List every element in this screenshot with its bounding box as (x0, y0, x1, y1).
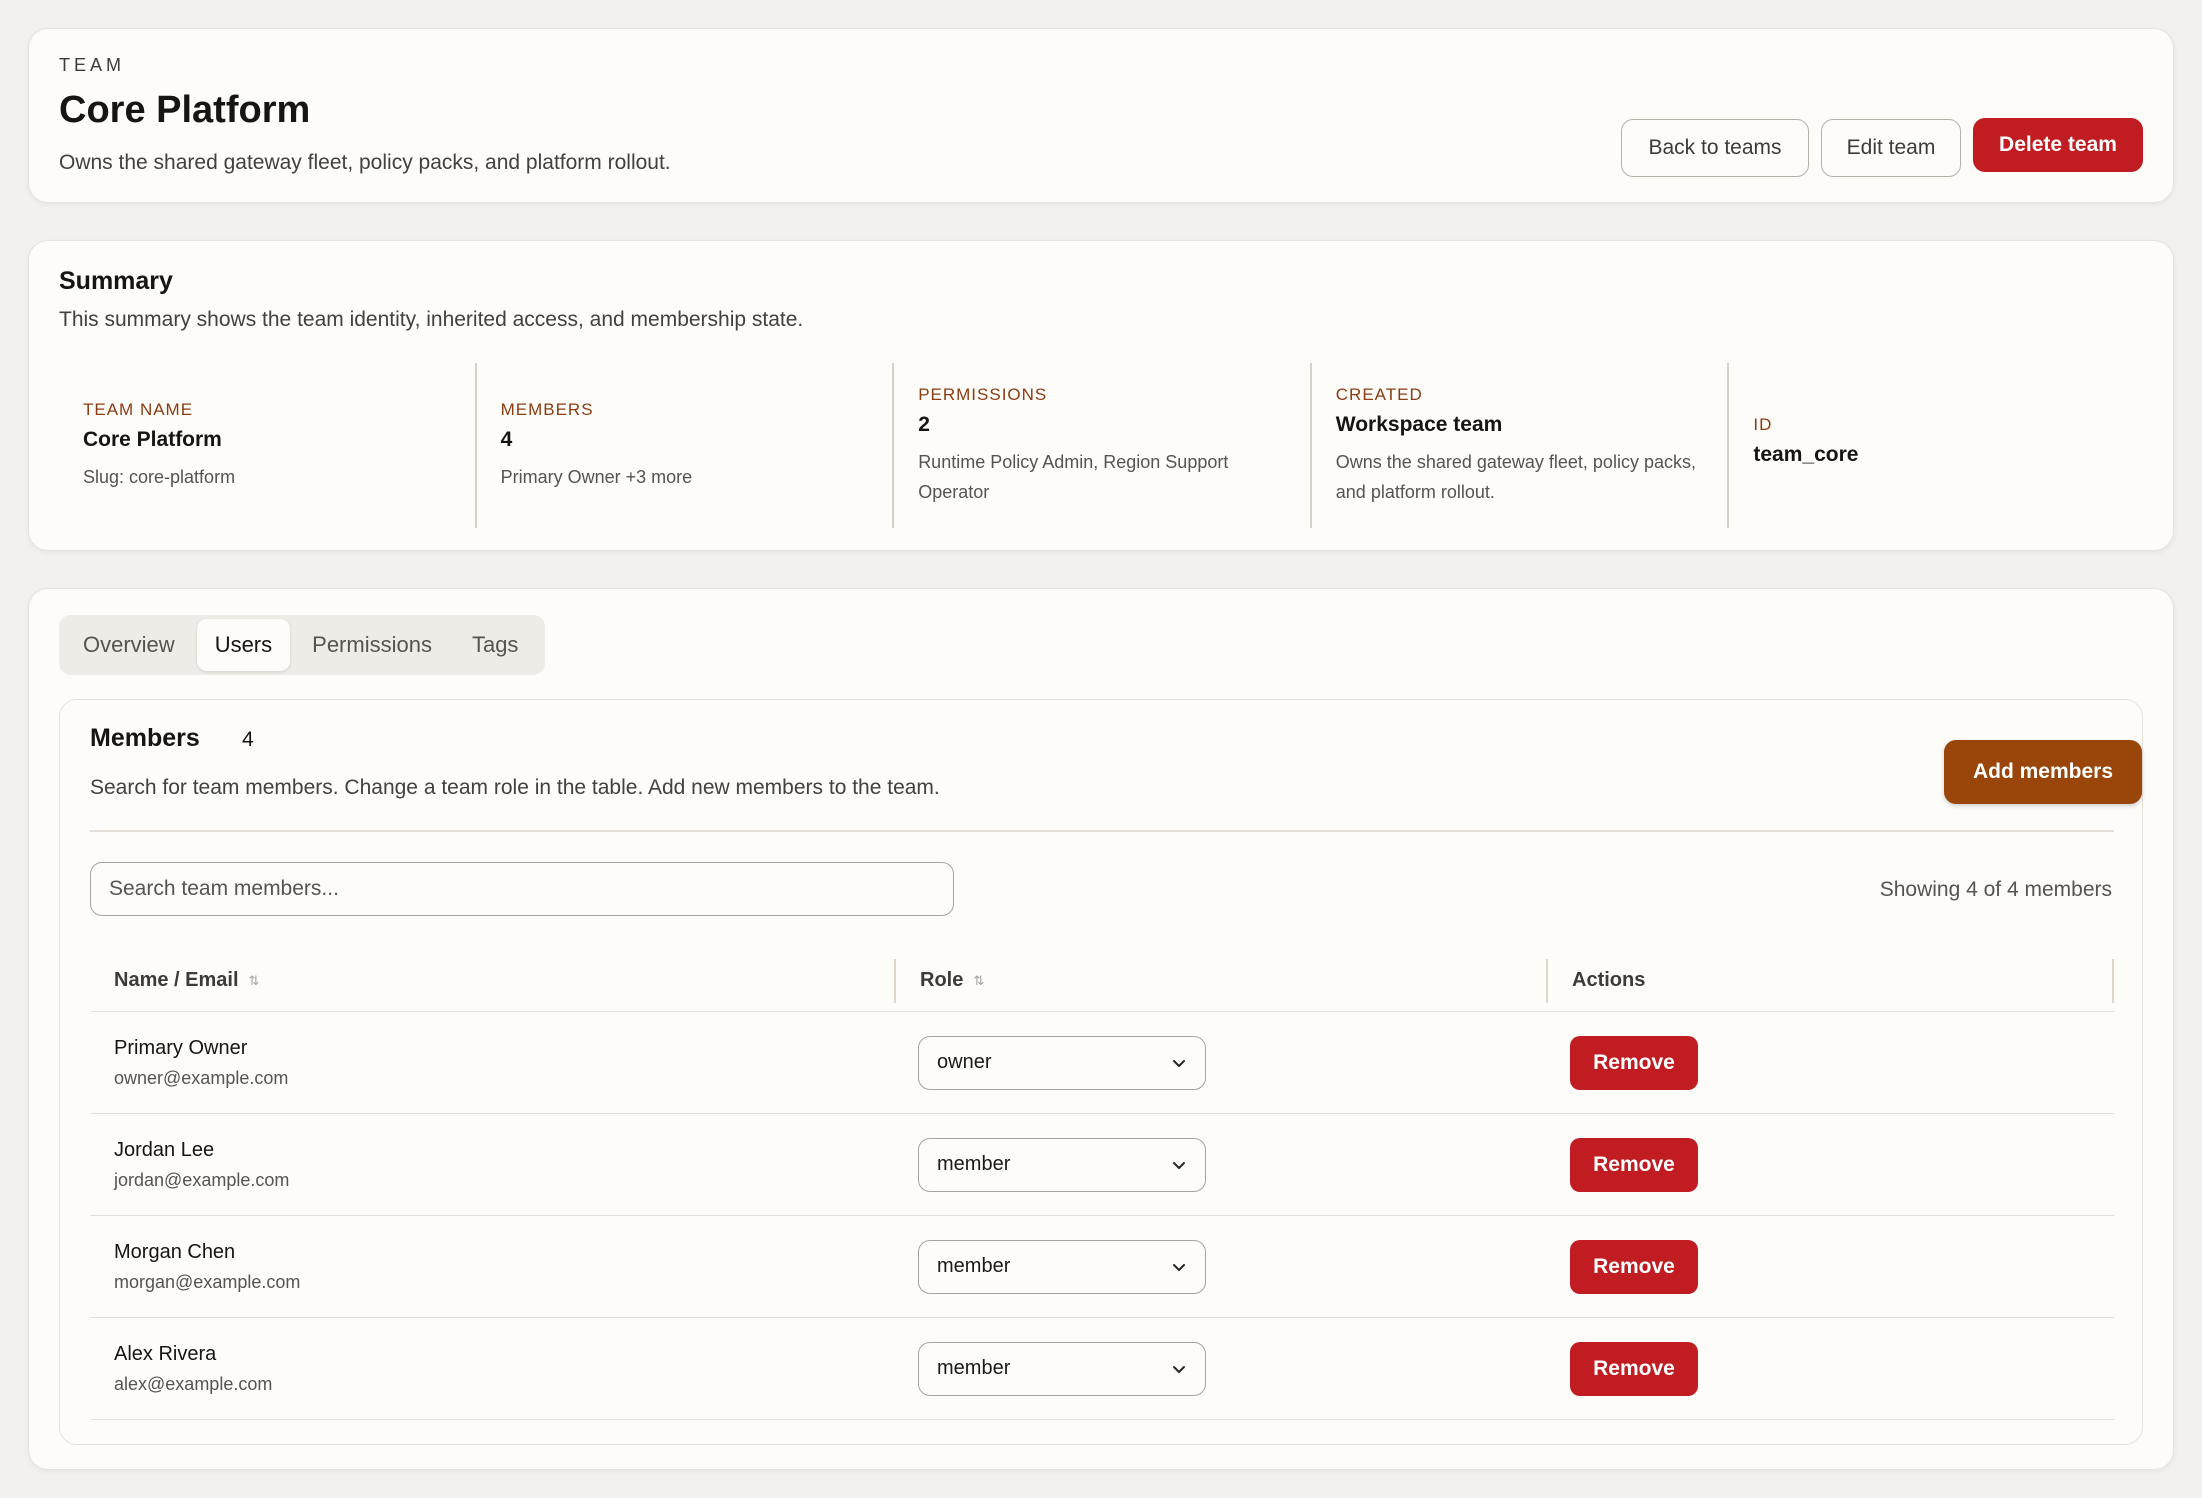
chevron-down-icon (1173, 1161, 1185, 1169)
actions-cell: Remove (1546, 1341, 2114, 1396)
sort-icon: ⇅ (248, 972, 260, 988)
remove-member-button[interactable]: Remove (1570, 1239, 1698, 1294)
showing-count: Showing 4 of 4 members (1879, 878, 2112, 901)
actions-cell: Remove (1546, 1137, 2114, 1192)
member-email: owner@example.com (114, 1067, 289, 1088)
back-to-teams-button[interactable]: Back to teams (1621, 119, 1809, 177)
role-select-value: member (937, 1153, 1011, 1175)
sort-icon: ⇅ (973, 972, 985, 988)
summary-sub: Primary Owner +3 more (500, 466, 693, 487)
summary-cell-permissions: PERMISSIONS 2 Runtime Policy Admin, Regi… (894, 363, 1312, 528)
role-cell: member (894, 1239, 1546, 1294)
column-header-name[interactable]: Name / Email ⇅ (90, 959, 894, 1003)
summary-cell-created: CREATED Workspace team Owns the shared g… (1312, 363, 1730, 528)
summary-cell-team-name: TEAM NAME Core Platform Slug: core-platf… (59, 363, 477, 528)
role-cell: member (894, 1341, 1546, 1396)
summary-value: team_core (1753, 442, 1859, 466)
summary-label: TEAM NAME (83, 399, 194, 419)
member-cell: Alex Rivera alex@example.com (90, 1343, 894, 1395)
edit-team-button[interactable]: Edit team (1821, 119, 1961, 177)
member-name: Alex Rivera (114, 1342, 217, 1365)
role-select-value: owner (937, 1051, 992, 1073)
summary-card: Summary This summary shows the team iden… (28, 240, 2174, 551)
table-row: Alex Rivera alex@example.com member Remo… (90, 1318, 2114, 1420)
table-row: Jordan Lee jordan@example.com member Rem… (90, 1114, 2114, 1216)
summary-cell-members: MEMBERS 4 Primary Owner +3 more (477, 363, 895, 528)
chevron-down-icon (1173, 1059, 1185, 1067)
tab-users[interactable]: Users (196, 619, 291, 671)
summary-label: MEMBERS (500, 399, 594, 419)
table-row: Morgan Chen morgan@example.com member Re… (90, 1216, 2114, 1318)
chevron-down-icon (1173, 1365, 1185, 1373)
tab-bar: Overview Users Permissions Tags (59, 615, 545, 675)
summary-sub: Owns the shared gateway fleet, policy pa… (1335, 451, 1696, 502)
summary-value: Core Platform (83, 427, 222, 451)
members-title: Members (90, 724, 200, 752)
summary-title: Summary (59, 267, 173, 295)
delete-team-button[interactable]: Delete team (1973, 118, 2143, 172)
team-header-card: TEAM Core Platform Owns the shared gatew… (28, 28, 2174, 203)
summary-description: This summary shows the team identity, in… (59, 308, 804, 331)
summary-value: 4 (500, 427, 513, 451)
tab-tags[interactable]: Tags (454, 619, 536, 671)
remove-member-button[interactable]: Remove (1570, 1341, 1698, 1396)
member-email: jordan@example.com (114, 1169, 290, 1190)
member-name: Primary Owner (114, 1036, 248, 1059)
summary-value: Workspace team (1335, 412, 1503, 436)
role-cell: member (894, 1137, 1546, 1192)
role-select-value: member (937, 1255, 1011, 1277)
members-description: Search for team members. Change a team r… (90, 776, 940, 799)
tab-overview[interactable]: Overview (65, 619, 193, 671)
search-members-input[interactable] (90, 862, 954, 916)
members-table: Name / Email ⇅ Role ⇅ Actions Primary Ow… (90, 950, 2114, 1420)
summary-label: CREATED (1335, 384, 1423, 404)
remove-member-button[interactable]: Remove (1570, 1035, 1698, 1090)
members-count-badge: 4 (242, 728, 254, 751)
table-row: Primary Owner owner@example.com owner Re… (90, 1012, 2114, 1114)
page-description: Owns the shared gateway fleet, policy pa… (59, 151, 671, 174)
tab-permissions[interactable]: Permissions (294, 619, 450, 671)
member-name: Morgan Chen (114, 1240, 236, 1263)
member-name: Jordan Lee (114, 1138, 215, 1161)
role-select[interactable]: member (918, 1239, 1206, 1294)
team-detail-card: Overview Users Permissions Tags Members … (28, 588, 2174, 1470)
member-cell: Jordan Lee jordan@example.com (90, 1139, 894, 1191)
members-panel: Members 4 Search for team members. Chang… (59, 699, 2143, 1445)
summary-sub: Runtime Policy Admin, Region Support Ope… (918, 451, 1229, 502)
column-header-label: Role (920, 969, 964, 991)
column-header-label: Actions (1572, 969, 1646, 991)
summary-grid: TEAM NAME Core Platform Slug: core-platf… (59, 363, 2145, 528)
member-cell: Primary Owner owner@example.com (90, 1037, 894, 1089)
role-select[interactable]: member (918, 1341, 1206, 1396)
role-cell: owner (894, 1035, 1546, 1090)
divider (90, 830, 2114, 832)
column-header-label: Name / Email (114, 969, 239, 991)
page-title: Core Platform (59, 89, 311, 131)
summary-label: ID (1753, 414, 1773, 434)
summary-sub: Slug: core-platform (83, 466, 236, 487)
column-header-role[interactable]: Role ⇅ (894, 958, 1546, 1003)
role-select[interactable]: member (918, 1137, 1206, 1192)
column-header-actions: Actions (1546, 958, 2114, 1003)
chevron-down-icon (1173, 1263, 1185, 1271)
summary-label: PERMISSIONS (918, 384, 1048, 404)
actions-cell: Remove (1546, 1239, 2114, 1294)
summary-cell-id: ID team_core (1729, 363, 2145, 528)
table-header: Name / Email ⇅ Role ⇅ Actions (90, 950, 2114, 1012)
add-members-button[interactable]: Add members (1944, 740, 2142, 804)
member-email: morgan@example.com (114, 1271, 301, 1292)
role-select-value: member (937, 1357, 1011, 1379)
actions-cell: Remove (1546, 1035, 2114, 1090)
role-select[interactable]: owner (918, 1035, 1206, 1090)
member-cell: Morgan Chen morgan@example.com (90, 1241, 894, 1293)
remove-member-button[interactable]: Remove (1570, 1137, 1698, 1192)
summary-value: 2 (918, 412, 930, 436)
page-eyebrow: TEAM (59, 55, 126, 75)
member-email: alex@example.com (114, 1373, 273, 1394)
